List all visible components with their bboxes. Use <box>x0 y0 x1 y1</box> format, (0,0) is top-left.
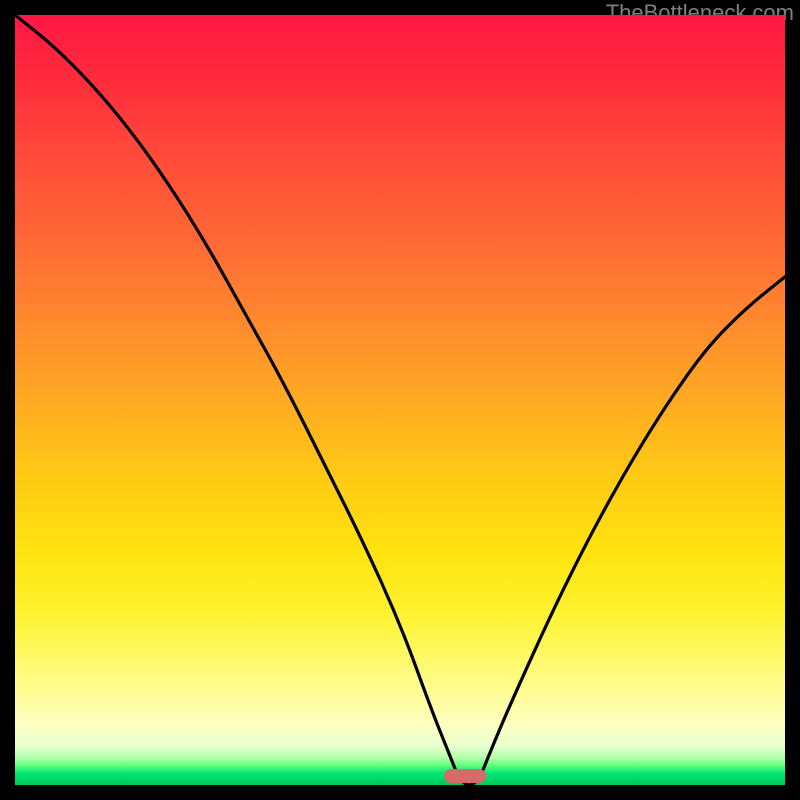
bottleneck-curve <box>15 15 785 785</box>
optimum-marker <box>444 769 486 783</box>
chart-frame: TheBottleneck.com <box>0 0 800 800</box>
plot-area <box>15 15 785 785</box>
